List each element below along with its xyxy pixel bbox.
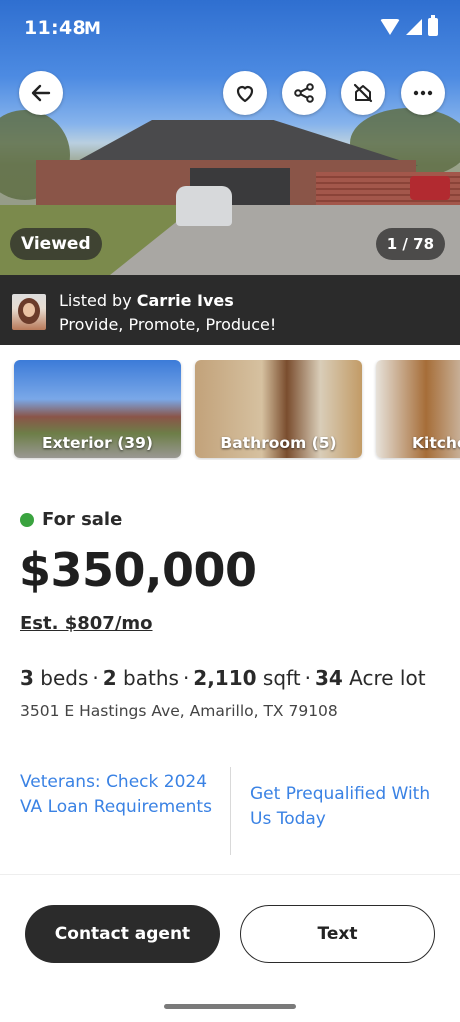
heart-icon bbox=[236, 85, 254, 103]
section-divider bbox=[0, 874, 460, 875]
photo-category-kitchen[interactable]: Kitchen bbox=[376, 360, 460, 458]
photo-category-row[interactable]: Exterior (39) Bathroom (5) Kitchen bbox=[0, 360, 460, 460]
sqft-value: 2,110 bbox=[193, 666, 257, 690]
lot-label: Acre lot bbox=[342, 666, 426, 690]
contact-agent-button[interactable]: Contact agent bbox=[25, 905, 220, 963]
status-dot-icon bbox=[20, 512, 34, 527]
back-arrow-icon bbox=[31, 84, 51, 102]
mail-icon: M bbox=[84, 19, 101, 39]
beds-value: 3 bbox=[20, 666, 34, 690]
beds-label: beds bbox=[33, 666, 89, 690]
agent-avatar bbox=[12, 294, 46, 330]
truck-shape bbox=[410, 176, 450, 200]
listing-status-text: For sale bbox=[42, 509, 123, 530]
car-shape bbox=[176, 186, 232, 226]
listing-price: $350,000 bbox=[19, 543, 257, 597]
home-indicator[interactable] bbox=[164, 1004, 296, 1009]
facts-separator: · bbox=[182, 666, 190, 690]
sqft-label: sqft bbox=[256, 666, 301, 690]
text-button[interactable]: Text bbox=[240, 905, 435, 963]
share-button[interactable] bbox=[282, 71, 326, 115]
viewed-badge: Viewed bbox=[10, 228, 102, 260]
status-time: 11:48 bbox=[24, 17, 86, 39]
photo-category-label: Exterior (39) bbox=[42, 434, 153, 452]
prequalify-link[interactable]: Get Prequalified With Us Today bbox=[250, 782, 450, 832]
listing-address: 3501 E Hastings Ave, Amarillo, TX 79108 bbox=[20, 702, 338, 720]
listing-status: For sale bbox=[20, 509, 122, 530]
wifi-icon bbox=[380, 19, 400, 35]
photo-counter: 1 / 78 bbox=[375, 228, 445, 260]
hide-home-icon bbox=[353, 83, 373, 103]
baths-value: 2 bbox=[102, 666, 117, 690]
listed-by-prefix: Listed by bbox=[59, 291, 137, 310]
battery-icon bbox=[428, 15, 438, 36]
agent-name: Carrie Ives bbox=[136, 291, 234, 310]
back-button[interactable] bbox=[19, 71, 63, 115]
facts-separator: · bbox=[304, 666, 311, 690]
hero-photo[interactable]: 11:48 M Viewed 1 / 78 bbox=[0, 0, 460, 275]
favorite-button[interactable] bbox=[223, 71, 267, 115]
monthly-estimate-link[interactable]: Est. $807/mo bbox=[20, 613, 153, 634]
baths-label: baths bbox=[116, 666, 179, 690]
agent-listed-by: Listed by Carrie Ives bbox=[59, 291, 234, 310]
photo-category-exterior[interactable]: Exterior (39) bbox=[14, 360, 181, 458]
signal-icon bbox=[406, 19, 422, 35]
facts-separator: · bbox=[92, 666, 99, 690]
link-divider bbox=[230, 767, 231, 855]
agent-tagline: Provide, Promote, Produce! bbox=[59, 315, 277, 334]
status-bar: 11:48 M bbox=[0, 0, 460, 58]
photo-category-bathroom[interactable]: Bathroom (5) bbox=[195, 360, 362, 458]
more-icon bbox=[413, 90, 433, 96]
lot-value: 34 bbox=[314, 666, 343, 690]
photo-category-label: Kitchen bbox=[412, 434, 460, 452]
more-options-button[interactable] bbox=[401, 71, 445, 115]
home-facts: 3 beds · 2 baths · 2,110 sqft · 34 Acre lot bbox=[20, 666, 426, 690]
hide-home-button[interactable] bbox=[341, 71, 385, 115]
photo-category-label: Bathroom (5) bbox=[220, 434, 337, 452]
share-icon bbox=[294, 83, 314, 103]
agent-banner[interactable]: Listed by Carrie Ives Provide, Promote, … bbox=[0, 275, 460, 345]
status-icons bbox=[380, 15, 438, 36]
va-loan-link[interactable]: Veterans: Check 2024 VA Loan Requirement… bbox=[20, 770, 220, 820]
